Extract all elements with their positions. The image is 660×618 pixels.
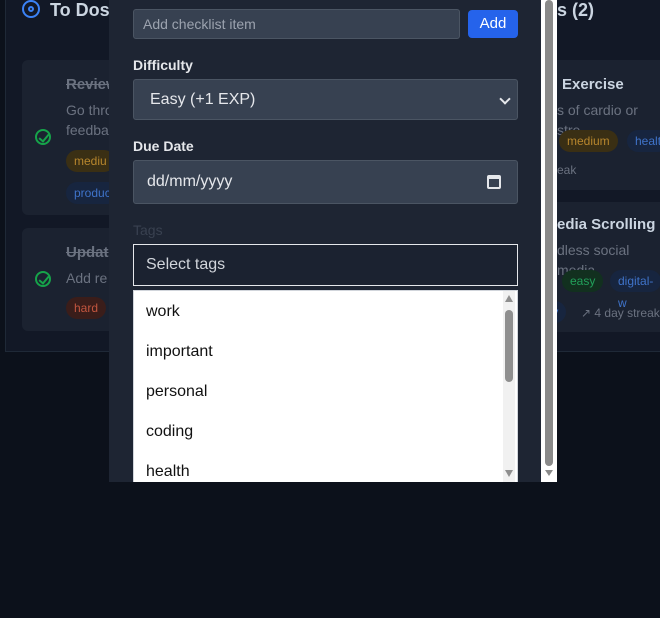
- difficulty-value: Easy (+1 EXP): [150, 91, 256, 108]
- streak-text: ↗ 4 day streak: [581, 306, 660, 320]
- due-date-label: Due Date: [133, 138, 194, 154]
- target-icon: [22, 0, 40, 18]
- difficulty-label: Difficulty: [133, 57, 193, 73]
- tags-label: Tags: [133, 222, 163, 238]
- tag-chip: healt: [627, 130, 660, 152]
- checklist-input[interactable]: Add checklist item: [133, 9, 460, 39]
- todo-title: Updat: [66, 244, 109, 261]
- add-checklist-button[interactable]: Add: [468, 10, 518, 38]
- habit-title: Exercise: [562, 76, 624, 93]
- todo-desc: feedba: [66, 122, 109, 138]
- check-circle-icon[interactable]: [35, 129, 51, 145]
- modal-scrollbar-thumb[interactable]: [545, 0, 553, 466]
- tags-dropdown: work important personal coding health: [133, 290, 518, 482]
- difficulty-chip: easy: [562, 270, 604, 292]
- todos-header: To Dos: [50, 0, 110, 20]
- checklist-placeholder: Add checklist item: [143, 16, 256, 32]
- calendar-icon[interactable]: [487, 175, 501, 189]
- difficulty-chip: hard: [66, 297, 107, 319]
- tags-select[interactable]: Select tags: [133, 244, 518, 286]
- tag-option-important[interactable]: important: [146, 343, 213, 361]
- difficulty-chip: medium: [559, 130, 618, 152]
- tag-option-work[interactable]: work: [146, 303, 180, 321]
- tag-option-personal[interactable]: personal: [146, 383, 207, 401]
- streak-label: 4 day streak: [594, 306, 660, 320]
- due-date-value: dd/mm/yyyy: [147, 173, 233, 190]
- todo-desc: Add re: [66, 270, 108, 286]
- scroll-down-icon[interactable]: [545, 470, 553, 476]
- dropdown-scrollbar-thumb[interactable]: [505, 310, 513, 382]
- tag-option-coding[interactable]: coding: [146, 423, 193, 441]
- todo-desc: Go thro: [66, 102, 113, 118]
- tag-option-health[interactable]: health: [146, 463, 190, 481]
- difficulty-chip: mediu: [66, 150, 115, 172]
- due-date-input[interactable]: dd/mm/yyyy: [133, 160, 518, 204]
- chevron-down-icon: [499, 93, 511, 105]
- habits-header: s (2): [557, 0, 595, 20]
- streak-text: eak: [557, 163, 577, 177]
- check-circle-icon[interactable]: [35, 271, 51, 287]
- difficulty-select[interactable]: Easy (+1 EXP): [133, 79, 518, 120]
- habit-title: edia Scrolling: [557, 216, 656, 233]
- trend-up-icon: ↗: [581, 306, 595, 320]
- scroll-up-icon[interactable]: [505, 295, 513, 302]
- scroll-down-icon[interactable]: [505, 470, 513, 477]
- tag-chip: digital-w: [610, 270, 660, 310]
